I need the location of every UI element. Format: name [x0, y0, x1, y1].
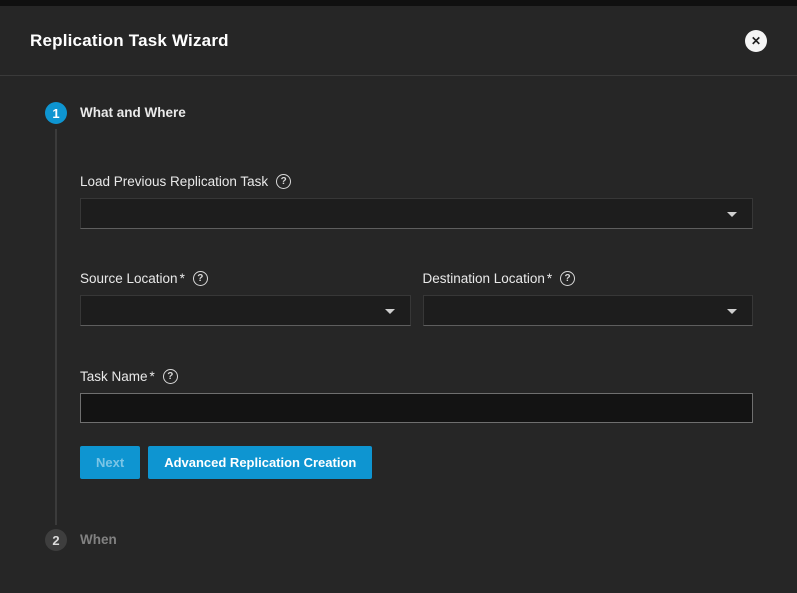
required-asterisk: *: [150, 368, 155, 385]
step-1-rail: 1: [45, 102, 67, 525]
stepper-connector-line: [55, 129, 57, 525]
load-previous-label: Load Previous Replication Task: [80, 173, 268, 190]
help-icon[interactable]: ?: [193, 271, 208, 286]
help-icon[interactable]: ?: [276, 174, 291, 189]
chevron-down-icon: [727, 212, 737, 217]
help-glyph: ?: [565, 274, 571, 284]
source-location-label: Source Location: [80, 270, 178, 287]
close-glyph: ✕: [751, 35, 761, 47]
help-glyph: ?: [197, 274, 203, 284]
dialog-header: Replication Task Wizard ✕: [0, 6, 797, 76]
load-previous-label-row: Load Previous Replication Task ?: [80, 173, 753, 190]
help-glyph: ?: [167, 372, 173, 382]
load-previous-select[interactable]: [80, 198, 753, 229]
step-2-circle[interactable]: 2: [45, 529, 67, 551]
destination-location-select[interactable]: [423, 295, 754, 326]
field-group-load-previous: Load Previous Replication Task ?: [80, 173, 753, 229]
next-button[interactable]: Next: [80, 446, 140, 479]
wizard-content: 1 What and Where Load Previous Replicati…: [0, 76, 797, 551]
step-2-rail: 2: [45, 529, 67, 551]
step-when[interactable]: 2 When: [45, 529, 753, 551]
close-icon[interactable]: ✕: [745, 30, 767, 52]
source-location-select[interactable]: [80, 295, 411, 326]
help-icon[interactable]: ?: [163, 369, 178, 384]
step-1-title: What and Where: [80, 102, 753, 124]
chevron-down-icon: [385, 309, 395, 314]
field-group-locations: Source Location * ? Destination Location: [80, 270, 753, 326]
required-asterisk: *: [547, 270, 552, 287]
destination-location-label: Destination Location: [423, 270, 545, 287]
wizard-actions: Next Advanced Replication Creation: [80, 446, 753, 479]
destination-location-label-row: Destination Location * ?: [423, 270, 754, 287]
chevron-down-icon: [727, 309, 737, 314]
step-what-and-where: 1 What and Where Load Previous Replicati…: [45, 102, 753, 525]
dialog-title: Replication Task Wizard: [30, 31, 229, 51]
advanced-replication-creation-button[interactable]: Advanced Replication Creation: [148, 446, 372, 479]
task-name-label: Task Name: [80, 368, 148, 385]
task-name-input[interactable]: [80, 393, 753, 423]
required-asterisk: *: [180, 270, 185, 287]
task-name-label-row: Task Name * ?: [80, 368, 753, 385]
source-location-column: Source Location * ?: [80, 270, 411, 326]
help-glyph: ?: [281, 177, 287, 187]
step-1-circle[interactable]: 1: [45, 102, 67, 124]
destination-location-column: Destination Location * ?: [423, 270, 754, 326]
field-group-task-name: Task Name * ?: [80, 368, 753, 423]
source-location-label-row: Source Location * ?: [80, 270, 411, 287]
help-icon[interactable]: ?: [560, 271, 575, 286]
step-2-title: When: [80, 529, 753, 551]
